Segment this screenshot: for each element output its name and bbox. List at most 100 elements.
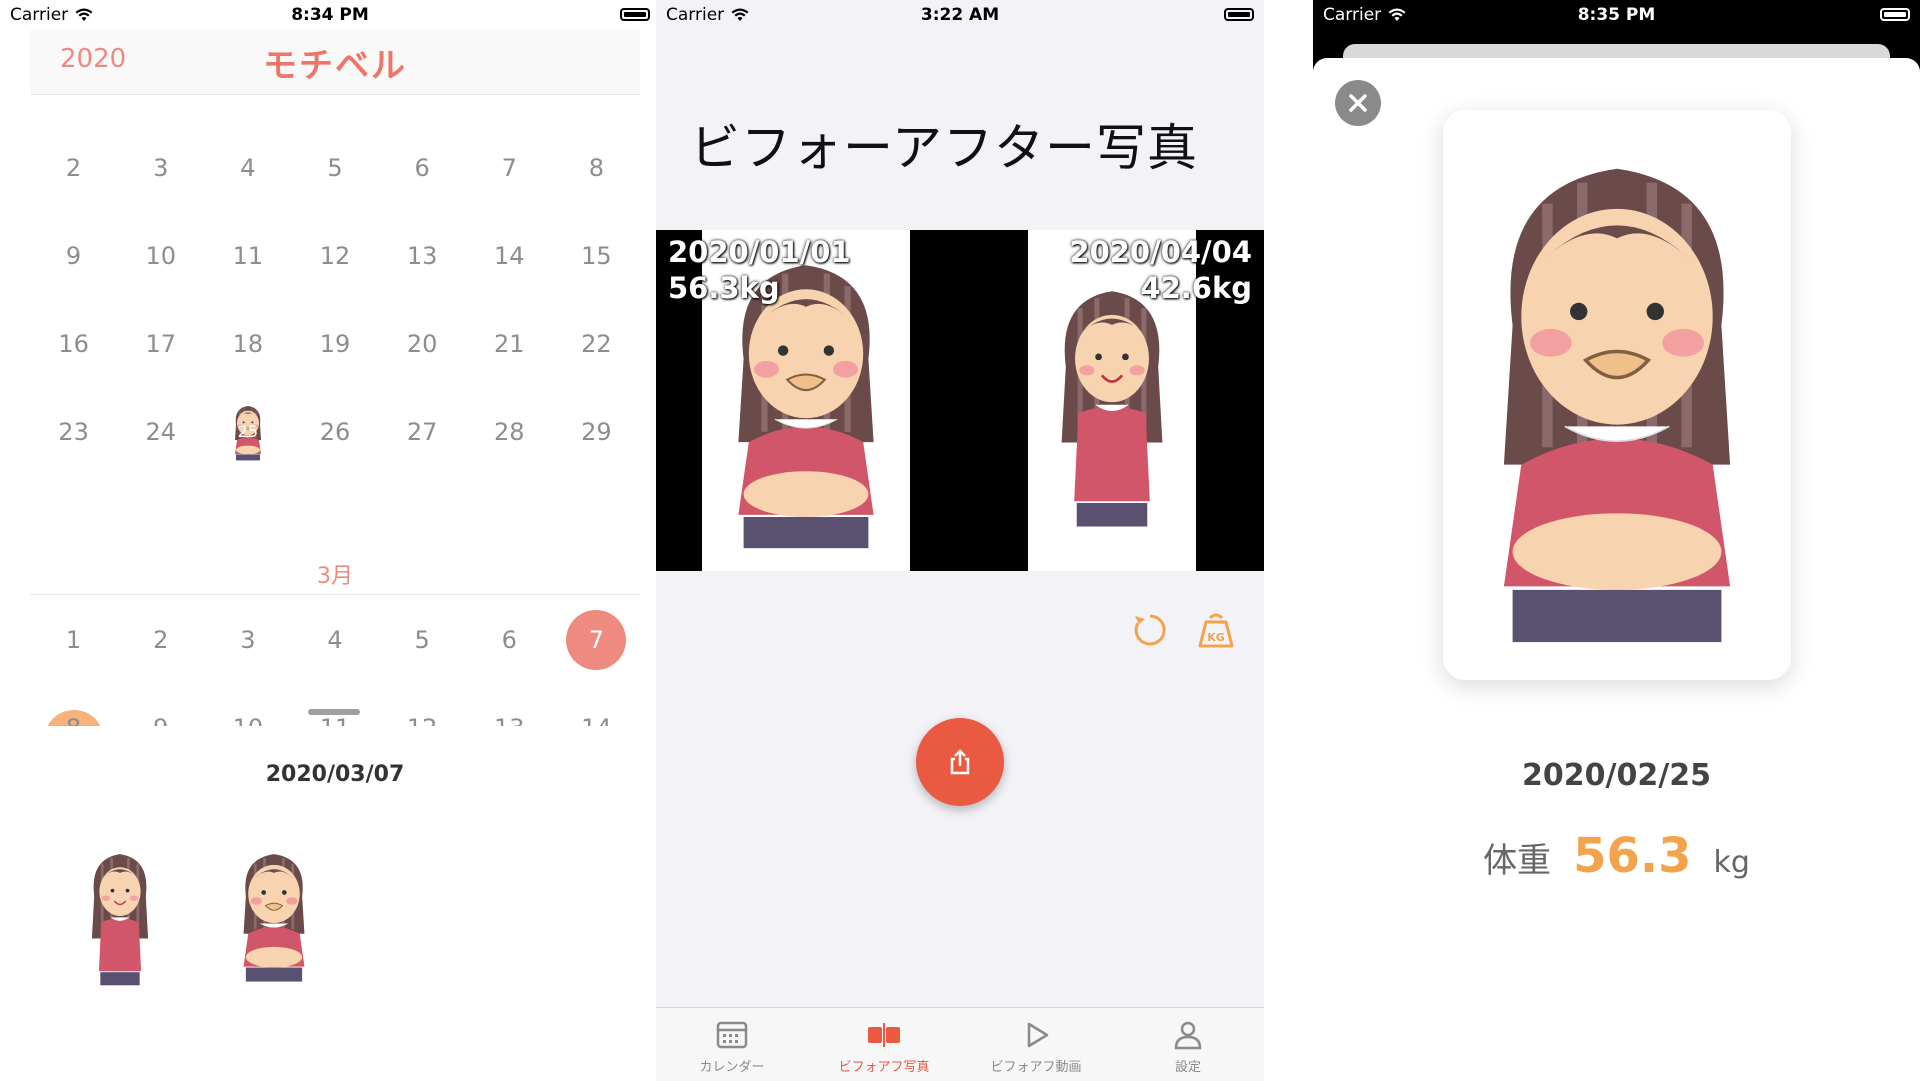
photo-thumbnail[interactable] [60, 840, 180, 990]
day-number: 1 [65, 626, 82, 654]
day-number: 3 [240, 626, 256, 654]
calendar-day[interactable]: 29 [553, 388, 640, 476]
day-number: 27 [406, 418, 438, 446]
calendar-day[interactable]: 17 [117, 300, 204, 388]
calendar-day[interactable]: 23 [30, 388, 117, 476]
calendar-day[interactable]: 3 [117, 124, 204, 212]
calendar-day[interactable]: 12 [291, 212, 378, 300]
calendar-day[interactable]: 14 [466, 212, 553, 300]
calendar-day[interactable]: 16 [30, 300, 117, 388]
day-number: 10 [233, 714, 264, 726]
calendar-day[interactable]: 28 [466, 388, 553, 476]
close-button[interactable] [1335, 80, 1381, 126]
calendar-day[interactable]: 4 [204, 124, 291, 212]
day-number: 14 [581, 714, 612, 726]
tab-before-after-video[interactable]: ビフォアフ動画 [960, 1008, 1112, 1081]
march-grid: 1234567891011121314 [30, 596, 640, 726]
rotate-icon[interactable] [1130, 610, 1170, 650]
calendar-day[interactable]: 7 [553, 596, 640, 684]
day-number: 17 [145, 330, 176, 358]
after-weight: 42.6kg [1140, 271, 1252, 305]
day-number: 11 [232, 242, 264, 270]
status-time: 8:34 PM [291, 5, 369, 25]
day-number: 22 [581, 330, 612, 358]
tab-settings[interactable]: 設定 [1112, 1008, 1264, 1081]
tab-label: 設定 [1174, 1060, 1201, 1075]
calendar-day[interactable]: 2 [117, 596, 204, 684]
calendar-day[interactable]: 3 [204, 596, 291, 684]
calendar-day[interactable]: 14 [553, 684, 640, 726]
calendar-day[interactable]: 13 [379, 212, 466, 300]
weight-row: 体重 56.3 kg [1313, 828, 1920, 884]
tab-before-after-photo[interactable]: ビフォアフ写真 [808, 1008, 960, 1081]
divider [30, 594, 640, 595]
calendar-day[interactable]: 26 [291, 388, 378, 476]
calendar-day[interactable]: 18 [204, 300, 291, 388]
calendar-day[interactable]: 11 [291, 684, 378, 726]
after-date: 2020/04/04 [1069, 235, 1252, 269]
photo-card[interactable] [1443, 110, 1791, 680]
day-number: 20 [406, 330, 438, 358]
calendar-day[interactable]: 10 [117, 212, 204, 300]
calendar-day[interactable]: 6 [379, 124, 466, 212]
calendar-day[interactable]: 19 [291, 300, 378, 388]
day-number: 2 [65, 154, 82, 182]
calendar-day[interactable]: 11 [204, 212, 291, 300]
calendar-day[interactable]: 5 [379, 596, 466, 684]
share-button[interactable] [916, 718, 1004, 806]
drag-handle[interactable] [308, 709, 360, 715]
tab-bar: カレンダー ビフォアフ写真 ビフォアフ動画 設定 [656, 1007, 1264, 1081]
day-number: 23 [58, 418, 89, 446]
day-number: 9 [65, 242, 82, 270]
calendar-day[interactable]: 8 [30, 684, 117, 726]
calendar-day[interactable]: 25 [204, 388, 291, 476]
calendar-day[interactable]: 1 [30, 596, 117, 684]
calendar-day[interactable]: 10 [204, 684, 291, 726]
calendar-day[interactable]: 20 [379, 300, 466, 388]
calendar-day[interactable]: 6 [466, 596, 553, 684]
calendar-day[interactable]: 22 [553, 300, 640, 388]
day-number: 14 [494, 242, 525, 270]
day-number: 28 [494, 418, 525, 446]
tab-label: ビフォアフ写真 [838, 1060, 930, 1075]
day-number: 16 [58, 330, 89, 358]
day-number: 12 [319, 242, 351, 270]
photo-thumbnail[interactable] [214, 840, 334, 990]
play-icon [1027, 1022, 1049, 1048]
day-number: 3 [153, 154, 169, 182]
calendar-day[interactable]: 21 [466, 300, 553, 388]
calendar-day[interactable]: 9 [117, 684, 204, 726]
day-number: 6 [414, 154, 430, 182]
calendar-day[interactable]: 8 [553, 124, 640, 212]
photo-detail-screen: Carrier 8:35 PM 2020/02/25 体重 56.3 kg [1313, 0, 1920, 1080]
tab-label: ビフォアフ動画 [990, 1060, 1082, 1075]
day-number: 21 [494, 330, 525, 358]
march-grid-clip: 1234567891011121314 [30, 596, 640, 726]
calendar-day[interactable]: 4 [291, 596, 378, 684]
before-after-icon [868, 1023, 900, 1047]
before-date: 2020/01/01 [668, 235, 851, 269]
before-weight: 56.3kg [668, 271, 780, 305]
kg-weight-icon[interactable]: KG [1196, 610, 1236, 650]
calendar-screen: Carrier 8:34 PM 2020 モチベル 2 3 4 5 6 7 8 9 10 11 12… [0, 0, 660, 1080]
calendar-day[interactable]: 27 [379, 388, 466, 476]
calendar-day[interactable]: 9 [30, 212, 117, 300]
tab-label: カレンダー [699, 1060, 765, 1075]
weight-label: 体重 [1483, 841, 1552, 881]
after-labels: 2020/04/04 42.6kg [1069, 234, 1252, 306]
before-labels: 2020/01/01 56.3kg [668, 234, 851, 306]
day-number: 24 [145, 418, 176, 446]
calendar-day[interactable]: 7 [466, 124, 553, 212]
calendar-day[interactable]: 24 [117, 388, 204, 476]
selected-date: 2020/03/07 [265, 762, 405, 787]
calendar-day[interactable]: 15 [553, 212, 640, 300]
calendar-day[interactable]: 5 [291, 124, 378, 212]
tab-calendar[interactable]: カレンダー [656, 1008, 808, 1081]
battery-icon [1224, 8, 1254, 21]
photo-tools: KG [1130, 610, 1236, 650]
share-icon [950, 749, 970, 775]
day-number: 8 [66, 714, 81, 726]
calendar-day[interactable]: 2 [30, 124, 117, 212]
calendar-day[interactable]: 13 [466, 684, 553, 726]
calendar-day[interactable]: 12 [379, 684, 466, 726]
